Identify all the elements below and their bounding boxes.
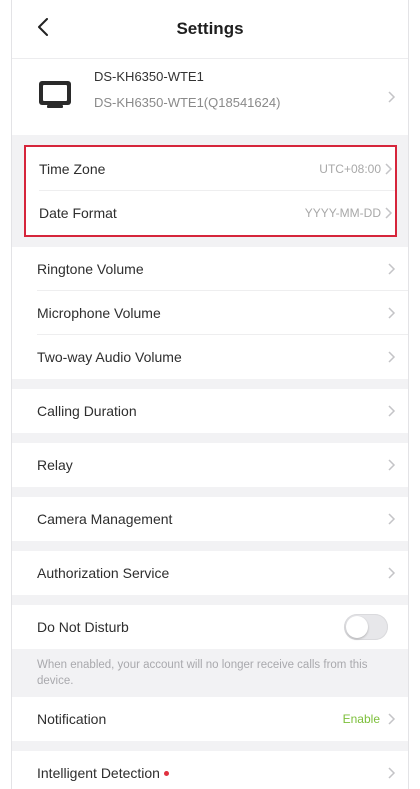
date-format-value: YYYY-MM-DD [304,206,381,220]
do-not-disturb-note: When enabled, your account will no longe… [12,649,408,697]
camera-management-label: Camera Management [37,511,173,527]
time-zone-value: UTC+08:00 [319,162,381,176]
camera-management-row[interactable]: Camera Management [12,497,408,541]
ringtone-volume-label: Ringtone Volume [37,261,144,277]
monitor-icon [39,81,71,108]
do-not-disturb-row: Do Not Disturb [12,605,408,649]
chevron-right-icon [388,459,396,471]
device-serial: DS-KH6350-WTE1(Q18541624) [94,95,281,110]
relay-row[interactable]: Relay [12,443,408,487]
calling-duration-row[interactable]: Calling Duration [12,389,408,433]
time-zone-row[interactable]: Time Zone UTC+08:00 [26,147,395,191]
microphone-volume-label: Microphone Volume [37,305,161,321]
do-not-disturb-toggle[interactable] [344,614,388,640]
device-name: DS-KH6350-WTE1 [94,69,204,84]
chevron-right-icon [388,351,396,363]
intelligent-detection-row[interactable]: Intelligent Detection [12,751,408,789]
settings-screen: Settings DS-KH6350-WTE1 DS-KH6350-WTE1(Q… [11,0,409,789]
toggle-knob [346,616,368,638]
back-button[interactable] [28,12,58,42]
notification-label: Notification [37,711,107,727]
chevron-right-icon [388,767,396,779]
do-not-disturb-label: Do Not Disturb [37,619,129,635]
two-way-audio-volume-label: Two-way Audio Volume [37,349,182,365]
device-info-row[interactable]: DS-KH6350-WTE1 DS-KH6350-WTE1(Q18541624) [12,58,408,135]
calling-duration-label: Calling Duration [37,403,137,419]
authorization-service-label: Authorization Service [37,565,170,581]
highlighted-group: Time Zone UTC+08:00 Date Format YYYY-MM-… [24,145,397,237]
relay-label: Relay [37,457,73,473]
time-zone-label: Time Zone [39,161,106,177]
new-badge-dot [163,771,169,776]
chevron-right-icon [388,91,396,103]
header-bar: Settings [12,0,408,58]
chevron-right-icon [388,567,396,579]
page-title: Settings [176,19,244,38]
chevron-right-icon [388,405,396,417]
authorization-service-row[interactable]: Authorization Service [12,551,408,595]
chevron-right-icon [388,513,396,525]
date-format-label: Date Format [39,205,117,221]
chevron-right-icon [388,263,396,275]
notification-row[interactable]: Notification Enable [12,697,408,741]
intelligent-detection-label: Intelligent Detection [37,765,160,781]
ringtone-volume-row[interactable]: Ringtone Volume [12,247,408,291]
chevron-right-icon [388,307,396,319]
chevron-left-icon [38,18,48,36]
chevron-right-icon [388,713,396,725]
notification-value: Enable [342,712,380,726]
microphone-volume-row[interactable]: Microphone Volume [12,291,408,335]
chevron-right-icon [385,163,393,175]
two-way-audio-volume-row[interactable]: Two-way Audio Volume [12,335,408,379]
chevron-right-icon [385,207,393,219]
date-format-row[interactable]: Date Format YYYY-MM-DD [26,191,395,235]
